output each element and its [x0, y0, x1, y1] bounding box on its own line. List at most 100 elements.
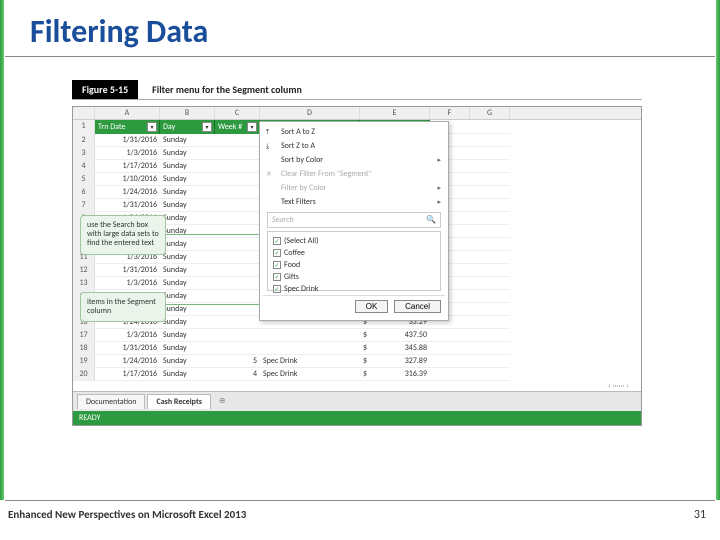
cell-day[interactable]: Sunday: [160, 342, 215, 355]
cell-day[interactable]: Sunday: [160, 186, 215, 199]
cell-empty[interactable]: [470, 147, 510, 160]
cell-empty[interactable]: [470, 251, 510, 264]
cell-week[interactable]: 4: [215, 368, 260, 381]
cell-day[interactable]: Sunday: [160, 160, 215, 173]
cell-date[interactable]: 1/3/2016: [95, 277, 160, 290]
cell-day[interactable]: Sunday: [160, 277, 215, 290]
cell-empty[interactable]: [470, 277, 510, 290]
cell-day[interactable]: Sunday: [160, 355, 215, 368]
cell-date[interactable]: 1/31/2016: [95, 134, 160, 147]
cell-empty[interactable]: [470, 264, 510, 277]
check-item-coffee[interactable]: ✓Coffee: [271, 247, 437, 259]
cell-empty[interactable]: [470, 329, 510, 342]
cell-date[interactable]: 1/31/2016: [95, 199, 160, 212]
cell-empty[interactable]: [470, 134, 510, 147]
cell-empty[interactable]: [430, 368, 470, 381]
cell-week[interactable]: [215, 329, 260, 342]
cell-date[interactable]: 1/24/2016: [95, 355, 160, 368]
cell-empty[interactable]: [470, 303, 510, 316]
ok-button[interactable]: OK: [355, 300, 389, 313]
cell-day[interactable]: Sunday: [160, 212, 215, 225]
cell-week[interactable]: [215, 290, 260, 303]
cell-empty[interactable]: [470, 160, 510, 173]
cell-week[interactable]: [215, 160, 260, 173]
cell-segment[interactable]: Spec Drink: [260, 355, 360, 368]
cell-segment[interactable]: [260, 342, 360, 355]
cell-amount[interactable]: $345.88: [360, 342, 430, 355]
cell-week[interactable]: [215, 251, 260, 264]
sort-az[interactable]: ⤒Sort A to Z: [263, 125, 445, 139]
checkbox-icon[interactable]: ✓: [273, 237, 281, 245]
text-filters[interactable]: Text Filters▸: [263, 195, 445, 209]
checkbox-icon[interactable]: ✓: [273, 261, 281, 269]
cell-amount[interactable]: $327.89: [360, 355, 430, 368]
header-week[interactable]: Week #▾: [215, 120, 260, 134]
cell-empty[interactable]: [470, 173, 510, 186]
add-sheet-button[interactable]: ⊕: [213, 394, 232, 409]
cell-empty[interactable]: [470, 238, 510, 251]
filter-dropdown-icon[interactable]: ▾: [247, 122, 257, 132]
cell-amount[interactable]: $316.39: [360, 368, 430, 381]
cell-day[interactable]: Sunday: [160, 329, 215, 342]
cell-week[interactable]: [215, 316, 260, 329]
cell-empty[interactable]: [430, 355, 470, 368]
cell-week[interactable]: [215, 264, 260, 277]
cell-empty[interactable]: [470, 368, 510, 381]
cell-week[interactable]: [215, 277, 260, 290]
cell-week[interactable]: [215, 186, 260, 199]
cell-date[interactable]: 1/31/2016: [95, 342, 160, 355]
sort-za[interactable]: ⤓Sort Z to A: [263, 139, 445, 153]
cell-day[interactable]: Sunday: [160, 173, 215, 186]
checkbox-icon[interactable]: ✓: [273, 249, 281, 257]
header-day[interactable]: Day▾: [160, 120, 215, 134]
cell-day[interactable]: Sunday: [160, 316, 215, 329]
cell-week[interactable]: [215, 199, 260, 212]
cell-empty[interactable]: [470, 186, 510, 199]
cell-empty[interactable]: [430, 329, 470, 342]
cell-empty[interactable]: [470, 355, 510, 368]
cancel-button[interactable]: Cancel: [394, 300, 441, 313]
checkbox-icon[interactable]: ✓: [273, 285, 281, 293]
cell-date[interactable]: 1/31/2016: [95, 264, 160, 277]
cell-empty[interactable]: [470, 225, 510, 238]
cell-date[interactable]: 1/10/2016: [95, 173, 160, 186]
filter-search-input[interactable]: Search🔍: [267, 212, 441, 228]
cell-week[interactable]: [215, 134, 260, 147]
cell-date[interactable]: 1/17/2016: [95, 160, 160, 173]
cell-empty[interactable]: [430, 342, 470, 355]
tab-documentation[interactable]: Documentation: [77, 394, 145, 409]
filter-dropdown-icon[interactable]: ▾: [202, 122, 212, 132]
cell-date[interactable]: 1/24/2016: [95, 186, 160, 199]
check-item-gifts[interactable]: ✓Gifts: [271, 271, 437, 283]
cell-week[interactable]: [215, 225, 260, 238]
cell-week[interactable]: 5: [215, 355, 260, 368]
cell-week[interactable]: [215, 173, 260, 186]
cell-week[interactable]: [215, 147, 260, 160]
cell-day[interactable]: Sunday: [160, 199, 215, 212]
cell-day[interactable]: Sunday: [160, 147, 215, 160]
checkbox-icon[interactable]: ✓: [273, 273, 281, 281]
cell-amount[interactable]: $437.50: [360, 329, 430, 342]
sort-color[interactable]: Sort by Color▸: [263, 153, 445, 167]
cell-day[interactable]: Sunday: [160, 251, 215, 264]
filter-dropdown-icon[interactable]: ▾: [147, 122, 157, 132]
cell-date[interactable]: 1/3/2016: [95, 329, 160, 342]
check-item-food[interactable]: ✓Food: [271, 259, 437, 271]
cell-week[interactable]: [215, 238, 260, 251]
cell-empty[interactable]: [470, 316, 510, 329]
cell-segment[interactable]: [260, 329, 360, 342]
tab-cash-receipts[interactable]: Cash Receipts: [147, 394, 210, 409]
cell-empty[interactable]: [470, 290, 510, 303]
cell-segment[interactable]: Spec Drink: [260, 368, 360, 381]
header-trndate[interactable]: Trn Date▾: [95, 120, 160, 134]
cell-week[interactable]: [215, 342, 260, 355]
cell-date[interactable]: 1/17/2016: [95, 368, 160, 381]
cell-day[interactable]: Sunday: [160, 368, 215, 381]
cell-day[interactable]: Sunday: [160, 290, 215, 303]
cell-date[interactable]: 1/3/2016: [95, 147, 160, 160]
cell-empty[interactable]: [470, 199, 510, 212]
check-item-specdrink[interactable]: ✓Spec Drink: [271, 283, 437, 295]
cell-day[interactable]: Sunday: [160, 238, 215, 251]
cell-week[interactable]: [215, 212, 260, 225]
cell-day[interactable]: Sunday: [160, 134, 215, 147]
